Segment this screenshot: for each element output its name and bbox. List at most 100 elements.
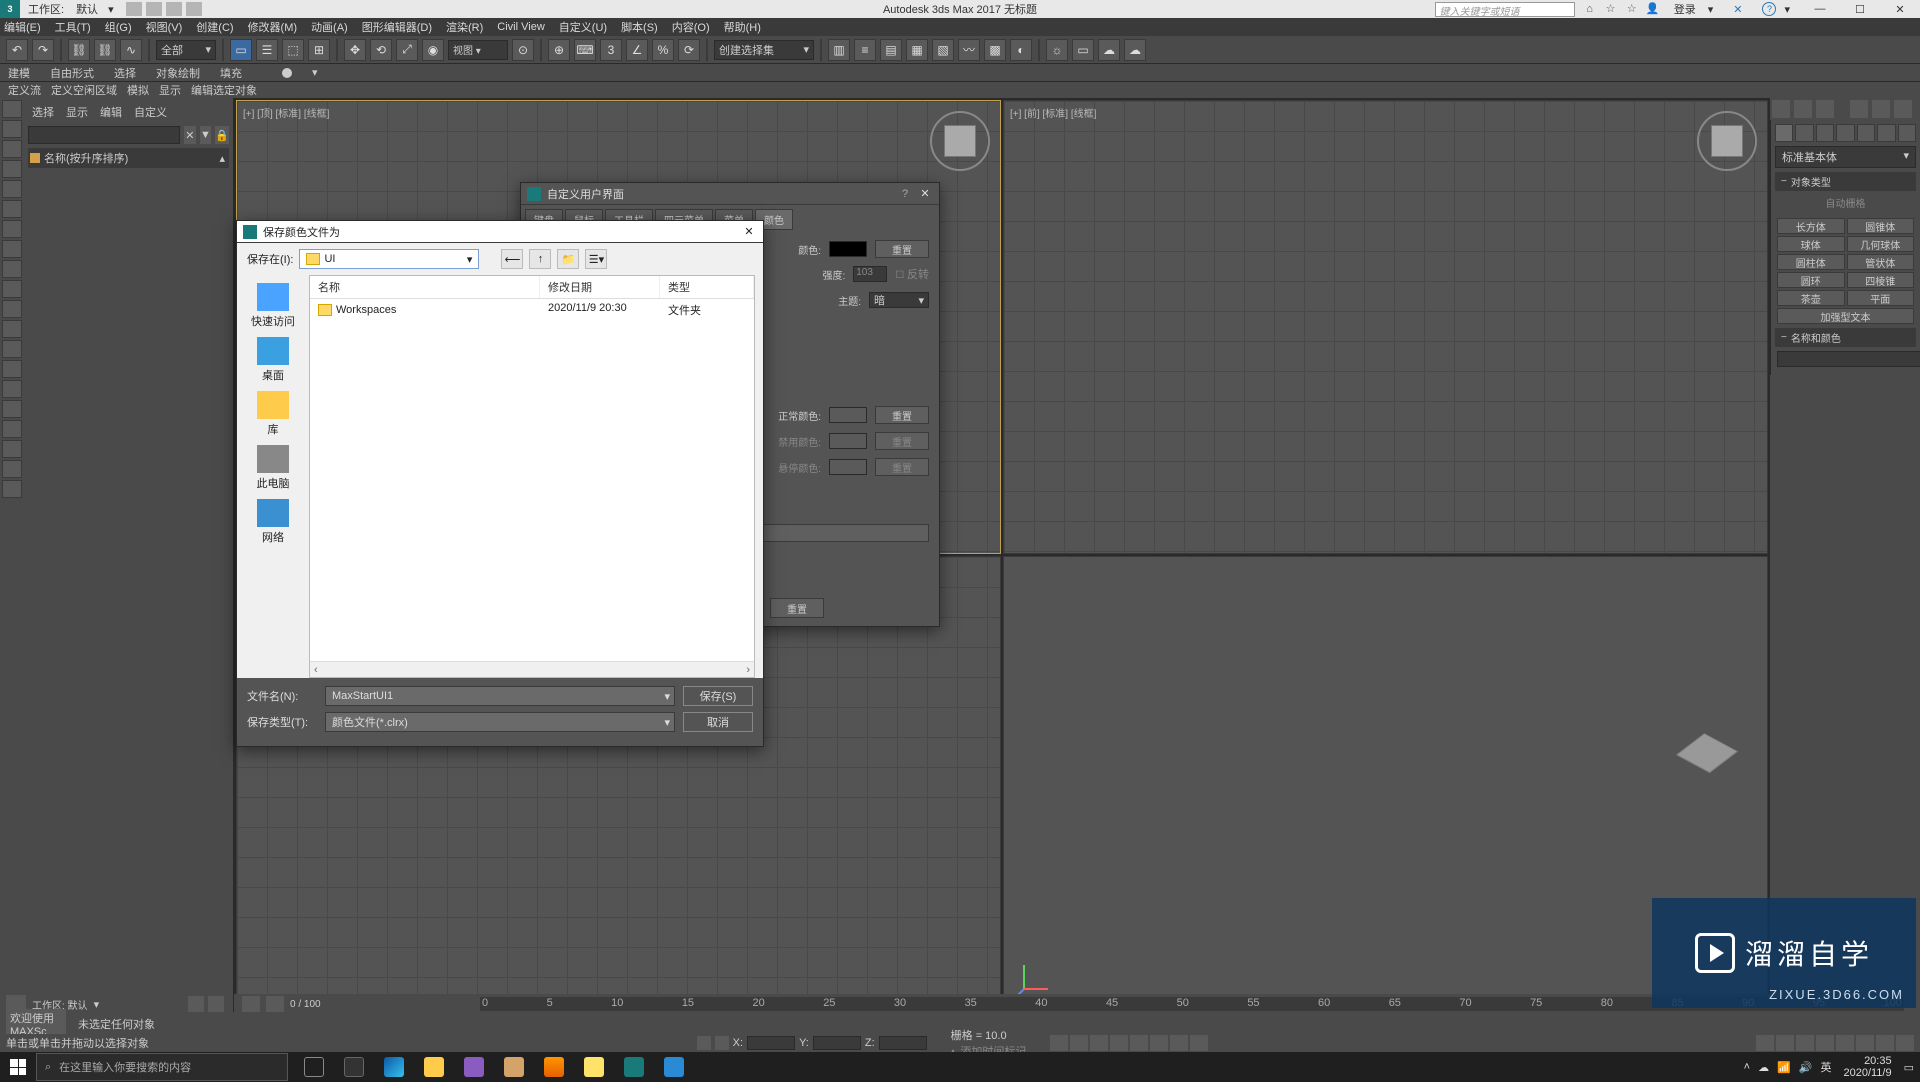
new-folder-icon[interactable]: 📁	[557, 249, 579, 269]
qa-icon[interactable]	[166, 2, 182, 16]
col-name[interactable]: 名称	[310, 276, 540, 298]
viewport-label[interactable]: [+] [顶] [标准] [线框]	[243, 105, 329, 120]
spinner-snap-button[interactable]: ⟳	[678, 39, 700, 61]
app-icon[interactable]	[656, 1053, 692, 1081]
menu-create[interactable]: 创建(C)	[196, 19, 233, 35]
tool-icon[interactable]	[2, 140, 22, 158]
menu-group[interactable]: 组(G)	[105, 19, 132, 35]
ribbon-sub-item[interactable]: 编辑选定对象	[191, 82, 257, 98]
menu-edit[interactable]: 编辑(E)	[4, 19, 41, 35]
select-name-button[interactable]: ☰	[256, 39, 278, 61]
nav-icon[interactable]	[1816, 1035, 1834, 1051]
favorite-icon[interactable]: ☆	[1604, 2, 1618, 16]
nav-icon[interactable]	[1876, 1035, 1894, 1051]
tool-icon[interactable]	[2, 280, 22, 298]
render-button[interactable]: ☁	[1098, 39, 1120, 61]
nav-icon[interactable]	[1856, 1035, 1874, 1051]
play-icon[interactable]	[1090, 1035, 1108, 1051]
btn-textplus[interactable]: 加强型文本	[1777, 308, 1914, 324]
scene-tab[interactable]: 自定义	[134, 104, 167, 120]
named-selection[interactable]: 创建选择集▾	[714, 40, 814, 60]
tool-icon[interactable]	[2, 340, 22, 358]
scene-tree[interactable]	[28, 168, 229, 368]
tray-icon[interactable]: ☁	[1758, 1061, 1769, 1074]
utility-tab[interactable]	[1877, 124, 1895, 142]
object-name-input[interactable]	[1777, 351, 1920, 367]
help-icon[interactable]: ?	[897, 186, 913, 202]
btn-tube[interactable]: 管状体	[1847, 254, 1915, 270]
btn-pyramid[interactable]: 四棱锥	[1847, 272, 1915, 288]
place-quick[interactable]: 快速访问	[251, 283, 295, 329]
snap-button[interactable]: 3	[600, 39, 622, 61]
material-button[interactable]: ◐	[1010, 39, 1032, 61]
place-library[interactable]: 库	[257, 391, 289, 437]
pivot-button[interactable]: ⊙	[512, 39, 534, 61]
viewcube[interactable]	[930, 111, 990, 171]
display-tab[interactable]	[1857, 124, 1875, 142]
menu-render[interactable]: 渲染(R)	[446, 19, 483, 35]
play-icon[interactable]	[1050, 1035, 1068, 1051]
scene-tab[interactable]: 显示	[66, 104, 88, 120]
ribbon-sub-item[interactable]: 模拟	[127, 82, 149, 98]
login-link[interactable]: 登录	[1674, 1, 1696, 17]
selection-filter[interactable]: 全部▾	[156, 40, 216, 60]
mirror-button[interactable]: ▥	[828, 39, 850, 61]
viewport-front[interactable]: [+] [前] [标准] [线框]	[1003, 100, 1768, 554]
chevron-down-icon[interactable]: ▾	[108, 3, 114, 16]
tool-icon[interactable]	[2, 360, 22, 378]
tool-icon[interactable]	[2, 480, 22, 498]
move-button[interactable]: ✥	[344, 39, 366, 61]
play-icon[interactable]	[1170, 1035, 1188, 1051]
close-icon[interactable]: ✕	[917, 186, 933, 202]
play-icon[interactable]	[1150, 1035, 1168, 1051]
3dsmax-icon[interactable]	[616, 1053, 652, 1081]
tool-icon[interactable]	[2, 100, 22, 118]
place-pc[interactable]: 此电脑	[257, 445, 290, 491]
motion-tab[interactable]	[1836, 124, 1854, 142]
ribbon-sub-item[interactable]: 定义空闲区域	[51, 82, 117, 98]
tool-icon[interactable]	[2, 440, 22, 458]
menu-modifiers[interactable]: 修改器(M)	[248, 19, 298, 35]
menu-view[interactable]: 视图(V)	[146, 19, 183, 35]
tool-icon[interactable]	[2, 260, 22, 278]
tool-icon[interactable]	[2, 180, 22, 198]
edge-icon[interactable]	[376, 1053, 412, 1081]
undo-button[interactable]: ↶	[6, 39, 28, 61]
chevron-down-icon[interactable]: ▾	[1784, 3, 1790, 16]
tool-icon[interactable]	[2, 420, 22, 438]
menu-civil[interactable]: Civil View	[497, 21, 544, 33]
firefox-icon[interactable]	[536, 1053, 572, 1081]
section-namecolor[interactable]: 名称和颜色	[1775, 328, 1916, 347]
menu-content[interactable]: 内容(O)	[672, 19, 710, 35]
section-objtype[interactable]: 对象类型	[1775, 172, 1916, 191]
redo-button[interactable]: ↷	[32, 39, 54, 61]
keyboard-button[interactable]: ⌨	[574, 39, 596, 61]
ribbon-sub-item[interactable]: 显示	[159, 82, 181, 98]
view-menu-icon[interactable]: ☰▾	[585, 249, 607, 269]
nav-icon[interactable]	[1796, 1035, 1814, 1051]
vp-tool-icon[interactable]	[1794, 100, 1812, 118]
menu-help[interactable]: 帮助(H)	[724, 19, 761, 35]
tray-chevron-icon[interactable]: ˄	[1744, 1061, 1750, 1073]
tool-icon[interactable]	[2, 200, 22, 218]
play-icon[interactable]	[1110, 1035, 1128, 1051]
help-search-input[interactable]: 键入关键字或短语	[1435, 2, 1575, 17]
btn-plane[interactable]: 平面	[1847, 290, 1915, 306]
menu-graph[interactable]: 图形编辑器(D)	[362, 19, 432, 35]
chevron-down-icon[interactable]: ▾	[94, 998, 100, 1011]
btn-cone[interactable]: 圆锥体	[1847, 218, 1915, 234]
play-icon[interactable]	[1190, 1035, 1208, 1051]
cortana-icon[interactable]	[336, 1053, 372, 1081]
col-date[interactable]: 修改日期	[540, 276, 660, 298]
clear-icon[interactable]: ✕	[184, 126, 196, 144]
select-button[interactable]: ▭	[230, 39, 252, 61]
ribbon-tab[interactable]: 对象绘制	[156, 65, 200, 81]
close-icon[interactable]: ✕	[741, 224, 757, 240]
chevron-down-icon[interactable]: ▾	[664, 716, 670, 729]
exchange-icon[interactable]: ☆	[1625, 2, 1639, 16]
chevron-down-icon[interactable]: ▾	[312, 66, 318, 79]
align-button[interactable]: ≡	[854, 39, 876, 61]
reset-button[interactable]: 重置	[875, 240, 929, 258]
ribbon-tab[interactable]: 建模	[8, 65, 30, 81]
layer-button[interactable]: ▤	[880, 39, 902, 61]
